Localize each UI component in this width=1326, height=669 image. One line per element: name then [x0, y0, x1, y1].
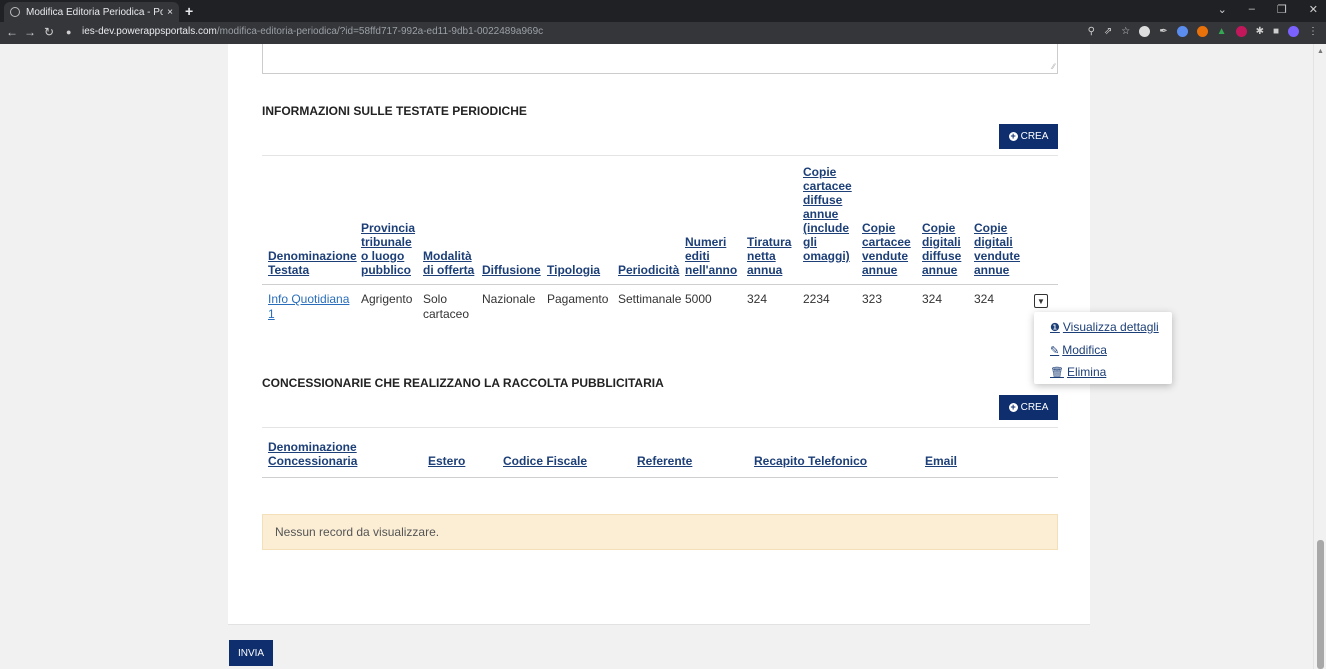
tab-search-icon[interactable]: ⌄ [1218, 3, 1227, 16]
col-numeri-editi[interactable]: Numeri editi nell'anno [685, 235, 737, 277]
divider [228, 624, 1090, 625]
empty-message: Nessun record da visualizzare. [275, 525, 440, 539]
col-email[interactable]: Email [925, 454, 957, 468]
col-tiratura[interactable]: Tiratura netta annua [747, 235, 791, 277]
table-header-divider [262, 284, 1058, 285]
col-copie-cartacee-diffuse[interactable]: Copie cartacee diffuse annue (include gl… [803, 165, 852, 263]
cell-modalita: Solo cartaceo [423, 292, 470, 321]
info-circle-icon: ❶ [1050, 321, 1060, 334]
invia-submit-button[interactable]: INVIA [229, 640, 273, 666]
site-favicon-icon [10, 7, 20, 17]
url-field[interactable]: ies-dev.powerappsportals.com/modifica-ed… [82, 26, 543, 37]
cell-provincia: Agrigento [361, 292, 413, 306]
cell-periodicita: Settimanale [618, 292, 682, 306]
scroll-up-icon[interactable]: ▲ [1317, 48, 1324, 55]
col-referente[interactable]: Referente [637, 454, 692, 468]
testate-section-title: INFORMAZIONI SULLE TESTATE PERIODICHE [262, 104, 527, 118]
menu-label: Visualizza dettagli [1062, 320, 1159, 334]
table-header-divider [262, 477, 1058, 478]
maximize-icon[interactable]: ❐ [1277, 3, 1287, 16]
row-actions-dropdown[interactable]: ▼ [1034, 294, 1048, 308]
plus-circle-icon: + [1008, 131, 1018, 141]
url-host: ies-dev.powerappsportals.com [82, 26, 217, 37]
menu-item-visualizza[interactable]: ❶ Visualizza dettagli [1050, 320, 1159, 334]
share-icon[interactable]: ⇗ [1104, 26, 1112, 37]
profile-avatar[interactable] [1288, 26, 1299, 37]
cell-copie-digitali-diffuse: 324 [922, 292, 943, 306]
menu-item-modifica[interactable]: ✎ Modifica [1050, 343, 1107, 357]
col-codice-fiscale[interactable]: Codice Fiscale [503, 454, 587, 468]
col-copie-digitali-vendute[interactable]: Copie digitali vendute annue [974, 221, 1020, 277]
menu-item-elimina[interactable]: 🗑 Elimina [1050, 365, 1106, 379]
pen-extension-icon[interactable]: ✒ [1159, 26, 1167, 37]
zoom-icon[interactable]: ⚲ [1088, 26, 1095, 37]
window-controls: ⌄ – ❐ ✕ [1218, 3, 1318, 16]
col-copie-digitali-diffuse[interactable]: Copie digitali diffuse annue [922, 221, 961, 277]
col-copie-cartacee-vendute[interactable]: Copie cartacee vendute annue [862, 221, 911, 277]
col-diffusione[interactable]: Diffusione [482, 263, 541, 277]
side-panel-icon[interactable]: ■ [1273, 26, 1279, 37]
cell-numeri: 5000 [685, 292, 712, 306]
extensions-toolbar: ⚲ ⇗ ☆ ✒ ▲ ✱ ■ ⋮ [1088, 26, 1318, 37]
address-bar-row: ← → ↻ ● ies-dev.powerappsportals.com/mod… [0, 22, 1326, 44]
col-recapito-telefonico[interactable]: Recapito Telefonico [754, 454, 867, 468]
tab-title: Modifica Editoria Periodica - Port [26, 6, 164, 18]
extensions-puzzle-icon[interactable]: ✱ [1256, 26, 1264, 37]
edit-icon: ✎ [1050, 344, 1060, 357]
new-tab-button[interactable]: + [185, 3, 193, 19]
menu-label: Modifica [1062, 343, 1107, 357]
cell-tiratura: 324 [747, 292, 768, 306]
plus-circle-icon: + [1008, 402, 1018, 412]
scrollbar-thumb[interactable] [1317, 540, 1324, 669]
browser-menu-icon[interactable]: ⋮ [1308, 26, 1318, 37]
col-denominazione-concessionaria[interactable]: Denominazione Concessionaria [268, 440, 357, 468]
col-periodicita[interactable]: Periodicità [618, 263, 679, 277]
menu-label: Elimina [1066, 365, 1107, 379]
browser-tab-bar: Modifica Editoria Periodica - Port × + ⌄… [0, 0, 1326, 22]
cell-copie-cartacee-diffuse: 2234 [803, 292, 830, 306]
lock-icon: ● [66, 27, 72, 37]
extension-icon[interactable] [1235, 26, 1247, 37]
crea-concessionaria-button[interactable]: + CREA [999, 395, 1058, 420]
col-estero[interactable]: Estero [428, 454, 465, 468]
resize-grip-icon[interactable]: ∕∕ [1052, 62, 1055, 71]
cell-copie-digitali-vendute: 324 [974, 292, 995, 306]
chevron-down-icon: ▼ [1037, 296, 1045, 306]
empty-state-alert: Nessun record da visualizzare. [262, 514, 1058, 550]
notes-textarea[interactable]: ∕∕ [262, 44, 1058, 74]
divider [262, 155, 1058, 156]
col-denominazione-testata[interactable]: Denominazione Testata [268, 249, 357, 277]
bookmark-star-icon[interactable]: ☆ [1121, 26, 1130, 37]
tab-close-icon[interactable]: × [167, 7, 173, 18]
col-provincia[interactable]: Provincia tribunale o luogo pubblico [361, 221, 415, 277]
crea-testata-button[interactable]: + CREA [999, 124, 1058, 149]
extension-icon[interactable] [1196, 26, 1208, 37]
forward-icon[interactable]: → [24, 25, 36, 39]
trash-icon: 🗑 [1050, 366, 1064, 379]
extension-icon[interactable] [1139, 26, 1151, 37]
concessionarie-section-title: CONCESSIONARIE CHE REALIZZANO LA RACCOLT… [262, 376, 664, 390]
col-tipologia[interactable]: Tipologia [547, 263, 600, 277]
close-window-icon[interactable]: ✕ [1309, 3, 1318, 16]
testata-link[interactable]: Info Quotidiana 1 [268, 292, 349, 322]
divider [262, 427, 1058, 428]
extension-icon[interactable] [1176, 26, 1188, 37]
page-scrollbar[interactable]: ▲ [1313, 44, 1326, 669]
crea-label: CREA [1020, 402, 1049, 413]
minimize-icon[interactable]: – [1249, 3, 1255, 16]
col-modalita[interactable]: Modalità di offerta [423, 249, 474, 277]
browser-tab[interactable]: Modifica Editoria Periodica - Port × [4, 2, 179, 22]
reload-icon[interactable]: ↻ [44, 25, 54, 39]
row-actions-menu: ❶ Visualizza dettagli ✎ Modifica 🗑 Elimi… [1034, 312, 1172, 384]
crea-label: CREA [1020, 131, 1049, 142]
cell-diffusione: Nazionale [482, 292, 536, 306]
back-icon[interactable]: ← [6, 25, 18, 39]
cell-tipologia: Pagamento [547, 292, 609, 306]
cell-copie-cartacee-vendute: 323 [862, 292, 883, 306]
url-path: /modifica-editoria-periodica/?id=58ffd71… [216, 26, 544, 37]
extension-icon[interactable]: ▲ [1217, 26, 1227, 37]
